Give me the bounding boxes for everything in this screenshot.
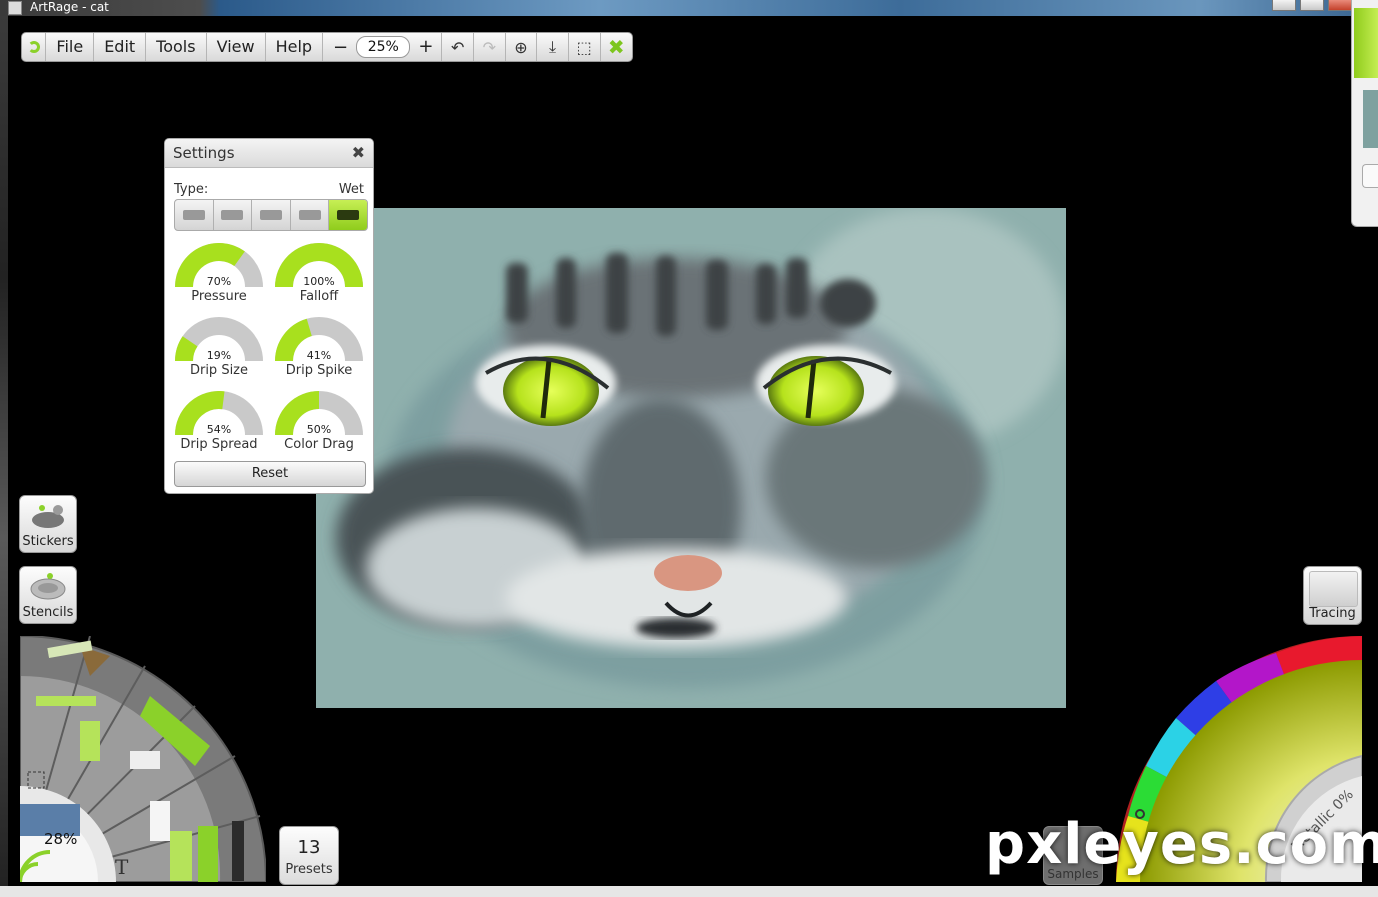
- taskbar-edge: [0, 886, 1378, 897]
- dial-label: Drip Spread: [180, 437, 258, 452]
- artrage-logo-icon[interactable]: [22, 33, 47, 61]
- stencils-icon: [30, 573, 66, 600]
- type-4-icon: [298, 210, 321, 220]
- dial-drip-spike[interactable]: 41% Drip Spike: [273, 317, 365, 378]
- presets-label: Presets: [285, 862, 333, 877]
- type-option-wet[interactable]: [329, 200, 367, 230]
- dial-label: Falloff: [299, 289, 339, 304]
- type-option-3[interactable]: [252, 200, 291, 230]
- background-edge: [0, 16, 8, 886]
- dial-label: Drip Spike: [285, 363, 353, 378]
- stickers-label: Stickers: [22, 534, 74, 549]
- reference-icon[interactable]: ⬚: [569, 33, 601, 61]
- menu-tools[interactable]: Tools: [146, 33, 207, 61]
- close-icon[interactable]: ✖: [352, 143, 365, 162]
- reset-button[interactable]: Reset: [174, 461, 366, 487]
- window-titlebar: ArtRage - cat: [0, 0, 1378, 16]
- dial-label: Color Drag: [284, 437, 354, 452]
- type-selector: [174, 199, 368, 231]
- cat-painting: [316, 208, 1066, 708]
- dial-label: Pressure: [191, 289, 247, 304]
- dial-color-drag[interactable]: 50% Color Drag: [273, 391, 365, 452]
- main-menubar: File Edit Tools View Help − 25% + ↶ ↷ ⊕ …: [21, 32, 633, 62]
- stickers-icon: [32, 505, 64, 528]
- window-title: ArtRage - cat: [30, 0, 109, 14]
- tracing-label: Tracing: [1309, 606, 1356, 621]
- dial-value: 70%: [206, 275, 232, 288]
- zoom-out-button[interactable]: −: [329, 37, 352, 58]
- clear-x-icon[interactable]: ✖: [601, 33, 633, 61]
- dial-drip-size[interactable]: 19% Drip Size: [173, 317, 265, 378]
- canvas-position-icon[interactable]: ⊕: [506, 33, 538, 61]
- brush-size-readout: 28%: [44, 830, 78, 848]
- settings-panel: Settings ✖ Type: Wet 70% Pressure 100% F…: [164, 138, 374, 494]
- dial-label: Drip Size: [189, 363, 249, 378]
- stencils-label: Stencils: [22, 605, 74, 620]
- zoom-in-button[interactable]: +: [414, 33, 443, 61]
- undo-icon[interactable]: ↶: [442, 33, 475, 61]
- svg-text:T: T: [115, 855, 129, 879]
- layer-thumbnail[interactable]: [1363, 90, 1378, 148]
- watermark-text: pxleyes.com: [985, 812, 1378, 877]
- dial-falloff[interactable]: 100% Falloff: [273, 243, 365, 304]
- window-close-button[interactable]: [1328, 0, 1352, 11]
- menu-help[interactable]: Help: [266, 33, 324, 61]
- type-option-2[interactable]: [214, 200, 253, 230]
- layers-panel-edge[interactable]: [1351, 0, 1378, 227]
- tracing-button[interactable]: Tracing: [1303, 566, 1362, 625]
- layers-panel-button[interactable]: [1362, 164, 1378, 188]
- dial-value: 54%: [206, 423, 232, 436]
- app-icon: [8, 1, 22, 15]
- type-option-4[interactable]: [291, 200, 330, 230]
- tracing-thumbnail: [1309, 571, 1358, 607]
- dial-value: 100%: [303, 275, 335, 288]
- settings-header[interactable]: Settings ✖: [165, 139, 373, 168]
- painting-canvas[interactable]: [316, 208, 1066, 708]
- type-1-icon: [182, 210, 205, 220]
- type-2-icon: [221, 210, 244, 220]
- menu-edit[interactable]: Edit: [94, 33, 147, 61]
- type-3-icon: [259, 210, 282, 220]
- menu-file[interactable]: File: [46, 33, 95, 61]
- dial-value: 50%: [306, 423, 332, 436]
- redo-icon[interactable]: ↷: [474, 33, 506, 61]
- type-option-1[interactable]: [175, 200, 214, 230]
- type-label: Type:: [174, 182, 209, 197]
- dial-value: 41%: [306, 349, 332, 362]
- stickers-button[interactable]: Stickers: [19, 495, 77, 553]
- import-icon[interactable]: ⤓: [537, 33, 569, 61]
- presets-button[interactable]: 13 Presets: [279, 826, 339, 885]
- zoom-field[interactable]: 25%: [356, 36, 411, 58]
- dial-pressure[interactable]: 70% Pressure: [173, 243, 265, 304]
- dial-value: 19%: [206, 349, 232, 362]
- dial-drip-spread[interactable]: 54% Drip Spread: [173, 391, 265, 452]
- type-wet-icon: [337, 210, 360, 220]
- settings-title: Settings: [173, 144, 235, 162]
- stencils-button[interactable]: Stencils: [19, 566, 77, 624]
- minimize-button[interactable]: [1272, 0, 1296, 11]
- layer-thumbnail-selected[interactable]: [1354, 8, 1378, 78]
- maximize-button[interactable]: [1300, 0, 1324, 11]
- type-value: Wet: [338, 182, 364, 197]
- menu-view[interactable]: View: [207, 33, 266, 61]
- presets-count: 13: [297, 837, 321, 858]
